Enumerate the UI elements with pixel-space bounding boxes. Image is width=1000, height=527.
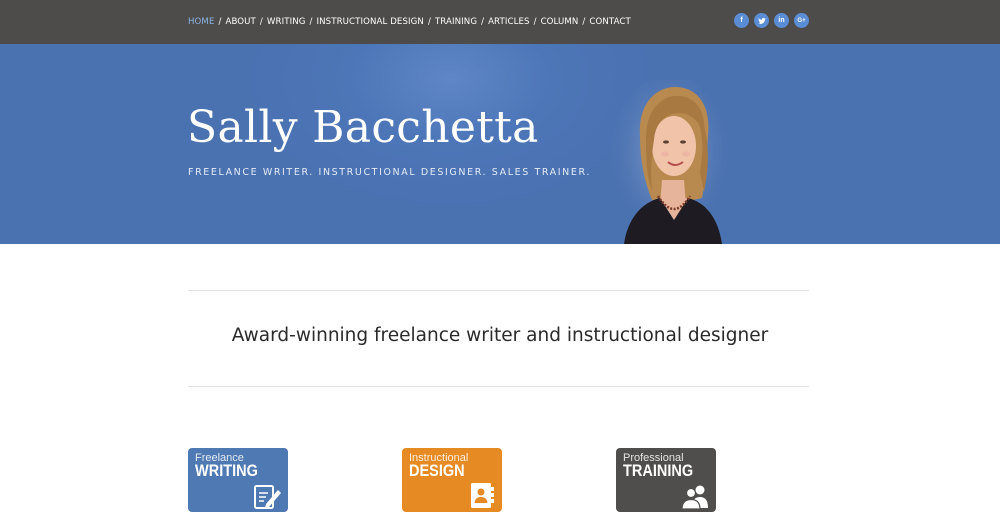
hero-banner: Sally Bacchetta FREELANCE WRITER. INSTRU… <box>0 44 1000 244</box>
divider-top <box>188 290 809 291</box>
page-headline: Award-winning freelance writer and instr… <box>231 325 769 346</box>
nav-about[interactable]: ABOUT <box>225 17 255 27</box>
twitter-bird-glyph <box>757 17 766 24</box>
social-links: f in G+ <box>734 13 809 28</box>
nav-separator: / <box>309 17 313 27</box>
nav-home[interactable]: HOME <box>188 17 214 27</box>
tile-instructional-design[interactable]: Instructional DESIGN <box>402 448 502 512</box>
tile-title: TRAINING <box>623 462 694 480</box>
tile-professional-training[interactable]: Professional TRAINING <box>616 448 716 512</box>
divider-bottom <box>188 386 809 387</box>
facebook-icon[interactable]: f <box>734 13 749 28</box>
nav-training[interactable]: TRAINING <box>435 17 477 27</box>
twitter-icon[interactable] <box>754 13 769 28</box>
top-nav-bar: HOME / ABOUT / WRITING / INSTRUCTIONAL D… <box>0 0 1000 44</box>
site-title[interactable]: Sally Bacchetta <box>187 106 539 150</box>
document-pen-icon <box>254 485 281 509</box>
nav-contact[interactable]: CONTACT <box>589 17 630 27</box>
site-tagline: FREELANCE WRITER. INSTRUCTIONAL DESIGNER… <box>188 167 591 178</box>
nav-separator: / <box>218 17 222 27</box>
linkedin-icon[interactable]: in <box>774 13 789 28</box>
tile-title: DESIGN <box>409 462 465 480</box>
nav-instructional-design[interactable]: INSTRUCTIONAL DESIGN <box>317 17 424 27</box>
tile-freelance-writing[interactable]: Freelance WRITING <box>188 448 288 512</box>
nav-separator: / <box>259 17 263 27</box>
address-book-icon <box>471 483 494 508</box>
people-icon <box>681 485 708 510</box>
nav-separator: / <box>481 17 485 27</box>
nav-separator: / <box>582 17 586 27</box>
main-nav: HOME / ABOUT / WRITING / INSTRUCTIONAL D… <box>188 0 631 44</box>
google-plus-icon[interactable]: G+ <box>794 13 809 28</box>
portrait-photo <box>610 80 730 244</box>
nav-column[interactable]: COLUMN <box>541 17 579 27</box>
tile-title: WRITING <box>195 462 258 480</box>
nav-writing[interactable]: WRITING <box>267 17 306 27</box>
nav-articles[interactable]: ARTICLES <box>488 17 529 27</box>
nav-separator: / <box>427 17 431 27</box>
nav-separator: / <box>533 17 537 27</box>
